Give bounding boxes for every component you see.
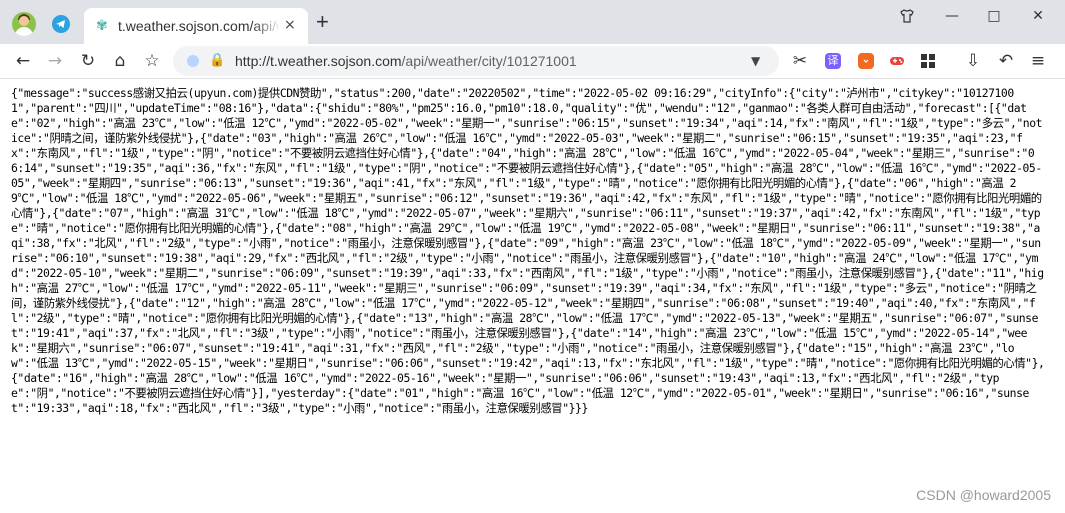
shirt-icon[interactable] [893, 6, 921, 26]
site-info-icon[interactable] [187, 55, 199, 67]
undo-icon[interactable]: ↶ [995, 50, 1017, 72]
address-bar[interactable]: 🔒 http://t.weather.sojson.com/api/weathe… [173, 46, 779, 76]
maximize-icon[interactable]: □ [980, 6, 1008, 26]
game-controller-icon[interactable] [889, 53, 905, 69]
home-icon[interactable]: ⌂ [109, 50, 131, 72]
scissors-icon[interactable]: ✂ [789, 50, 811, 72]
url-dropdown-icon[interactable]: ▼ [751, 52, 760, 70]
weather-favicon-icon: ✾ [96, 18, 108, 34]
forward-icon[interactable]: → [44, 50, 66, 72]
csdn-watermark: CSDN @howard2005 [916, 487, 1051, 503]
tab-close-icon[interactable]: × [284, 16, 296, 34]
browser-tab[interactable]: ✾ t.weather.sojson.com/api/we × [84, 8, 308, 44]
menu-icon[interactable]: ≡ [1027, 50, 1049, 72]
navigation-toolbar: ← → ↻ ⌂ ☆ 🔒 http://t.weather.sojson.com/… [0, 44, 1065, 79]
telegram-icon[interactable] [52, 15, 70, 33]
url-path: /api/weather/city/101271001 [401, 53, 577, 69]
reload-icon[interactable]: ↻ [77, 50, 99, 72]
brave-lion-icon[interactable] [858, 53, 874, 69]
translate-extension-icon[interactable]: 译 [825, 53, 841, 69]
url-text[interactable]: http://t.weather.sojson.com/api/weather/… [235, 52, 577, 70]
title-bar: ✾ t.weather.sojson.com/api/we × + — □ ✕ [0, 0, 1065, 44]
insecure-lock-icon[interactable]: 🔒 [209, 53, 225, 69]
back-icon[interactable]: ← [12, 50, 34, 72]
close-window-icon[interactable]: ✕ [1024, 6, 1052, 26]
extensions-grid-icon[interactable] [920, 53, 936, 69]
bookmark-star-icon[interactable]: ☆ [141, 50, 163, 72]
url-host: http://t.weather.sojson.com [235, 53, 402, 69]
new-tab-button[interactable]: + [316, 11, 329, 33]
profile-avatar-icon[interactable] [12, 12, 36, 36]
download-icon[interactable]: ⇩ [962, 50, 984, 72]
json-response-text: {"message":"success感谢又拍云(upyun.com)提供CDN… [11, 86, 1045, 415]
page-content: {"message":"success感谢又拍云(upyun.com)提供CDN… [11, 86, 1045, 416]
minimize-icon[interactable]: — [938, 6, 966, 26]
